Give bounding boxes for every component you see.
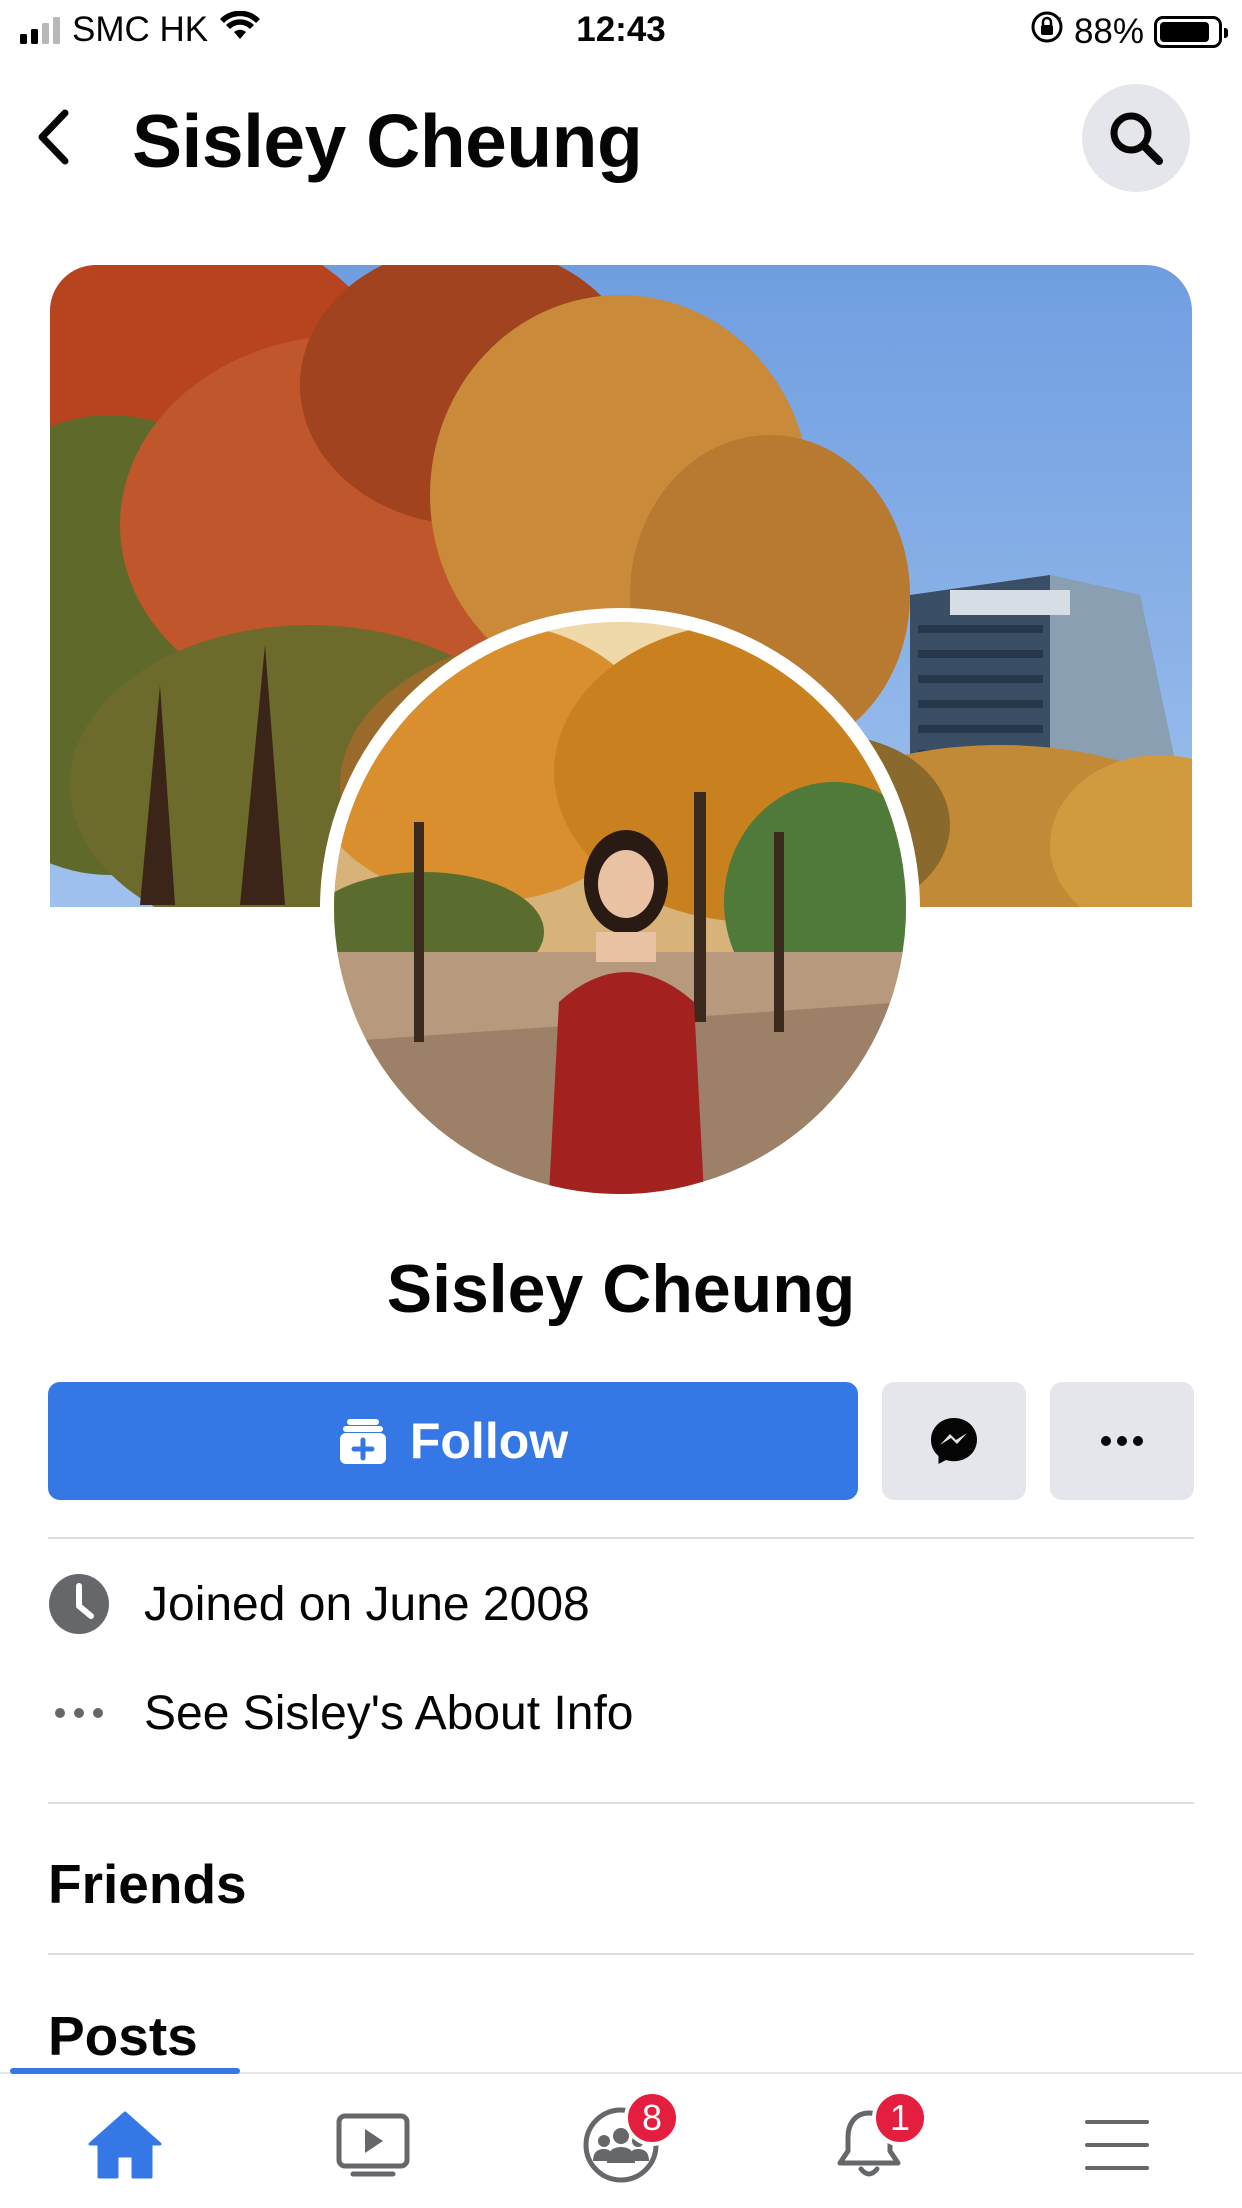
posts-section-title: Posts [48, 2005, 198, 2067]
divider [48, 1953, 1194, 1955]
chevron-left-icon [38, 109, 69, 165]
page-title: Sisley Cheung [132, 99, 643, 183]
status-bar: SMC HK 12:43 88% [0, 0, 1242, 62]
friends-section-title[interactable]: Friends [48, 1852, 247, 1916]
nav-menu[interactable] [1072, 2100, 1162, 2190]
joined-date-text: Joined on June 2008 [144, 1577, 590, 1631]
status-bar-right: 88% [1030, 10, 1228, 53]
follow-plus-icon [339, 1419, 386, 1464]
active-tab-indicator [10, 2068, 240, 2074]
search-button[interactable] [1082, 84, 1190, 192]
nav-home[interactable] [80, 2100, 170, 2190]
groups-badge: 8 [624, 2090, 680, 2146]
home-icon [88, 2111, 162, 2179]
divider [48, 1537, 1194, 1539]
nav-watch[interactable] [328, 2100, 418, 2190]
nav-notifications[interactable]: 1 [824, 2090, 928, 2190]
message-button[interactable] [882, 1382, 1026, 1500]
bottom-navigation: 8 1 [0, 2068, 1242, 2208]
info-joined-row: Joined on June 2008 [48, 1564, 1194, 1644]
profile-name: Sisley Cheung [386, 1251, 856, 1327]
profile-picture[interactable] [320, 608, 920, 1208]
search-icon [1110, 112, 1163, 165]
follow-button[interactable]: Follow [48, 1382, 858, 1500]
about-info-text: See Sisley's About Info [144, 1686, 634, 1740]
menu-icon [1085, 2120, 1149, 2170]
nav-groups[interactable]: 8 [576, 2090, 680, 2190]
more-dots-icon [1101, 1436, 1143, 1446]
battery-percent: 88% [1073, 11, 1144, 51]
more-options-button[interactable] [1050, 1382, 1194, 1500]
notifications-badge: 1 [872, 2090, 928, 2146]
profile-photo-image [334, 622, 906, 1194]
orientation-lock-icon [1030, 10, 1064, 53]
video-play-icon [336, 2113, 410, 2177]
about-info-link[interactable]: See Sisley's About Info [48, 1673, 1194, 1753]
messenger-icon [931, 1418, 977, 1464]
back-button[interactable] [28, 104, 78, 170]
follow-label: Follow [409, 1413, 569, 1469]
battery-fill [1160, 21, 1210, 42]
divider [48, 1802, 1194, 1804]
profile-header: Sisley Cheung [0, 62, 1242, 212]
battery-icon [1154, 15, 1228, 48]
more-dots-icon [48, 1682, 110, 1744]
clock-icon [48, 1573, 110, 1635]
